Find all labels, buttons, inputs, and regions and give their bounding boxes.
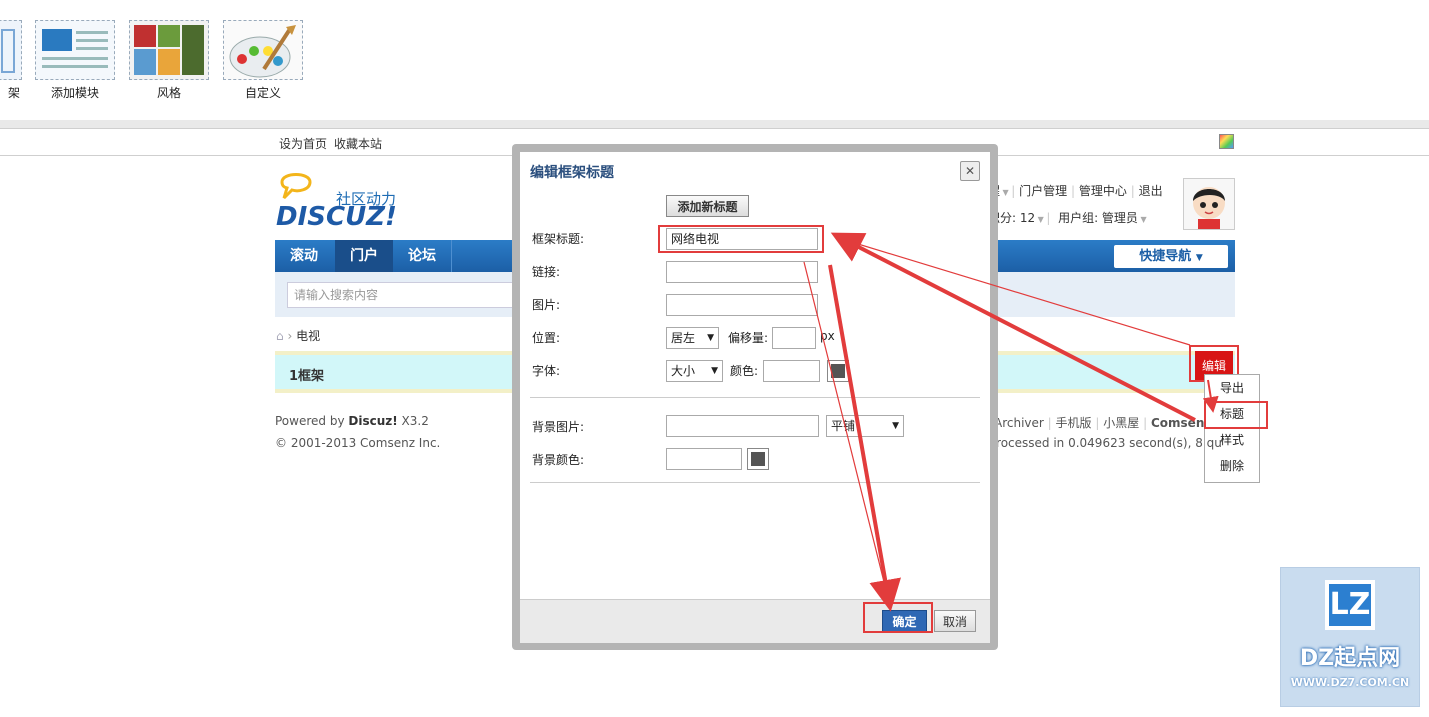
- watermark-url: WWW.DZ7.COM.CN: [1290, 676, 1410, 689]
- site-watermark: LZ DZ起点网 WWW.DZ7.COM.CN: [1280, 567, 1420, 707]
- watermark-logo: LZ: [1325, 580, 1375, 630]
- watermark-name: DZ起点网: [1299, 646, 1401, 671]
- annotation-arrows: [803, 232, 1219, 612]
